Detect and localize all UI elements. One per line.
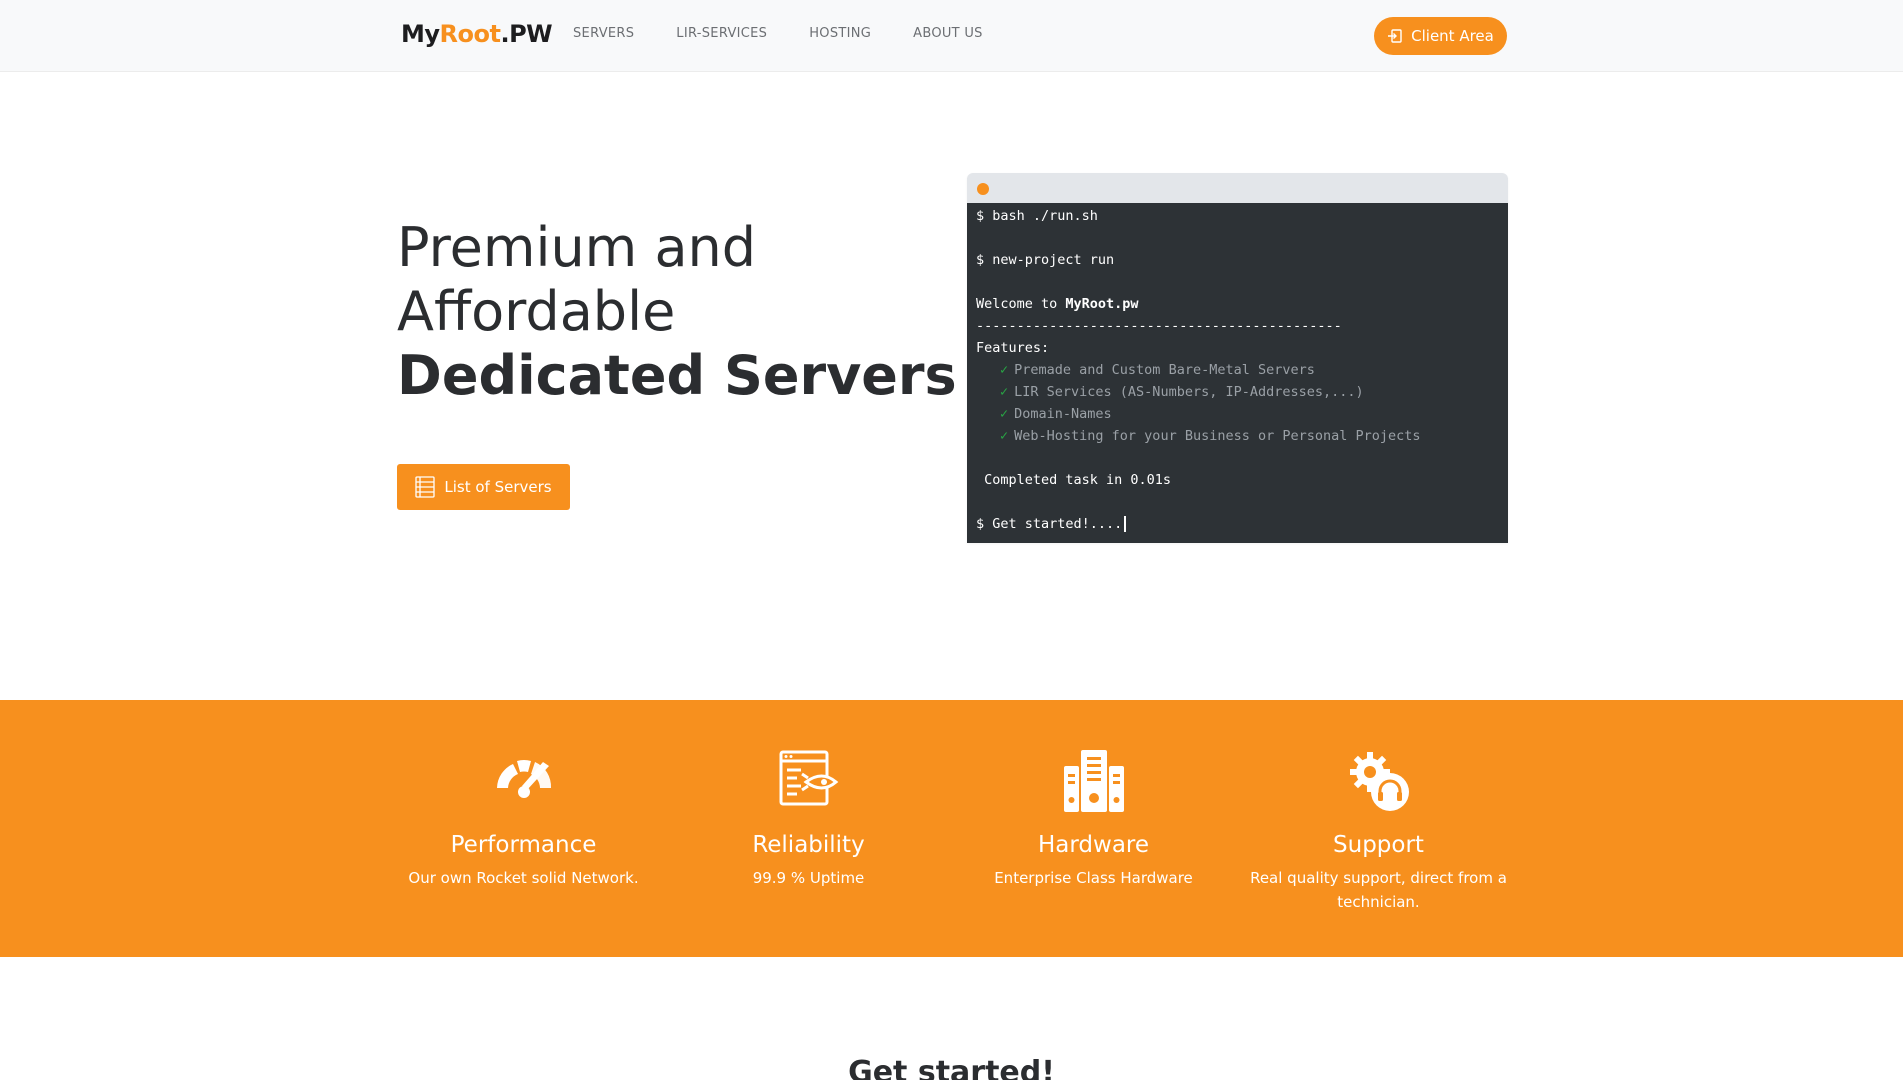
feature-support: Support Real quality support, direct fro… [1236, 700, 1521, 914]
nav-links: SERVERS LIR-SERVICES HOSTING ABOUT US [573, 26, 1025, 41]
hero-title-line-2: Affordable [397, 280, 676, 343]
nav-link-servers[interactable]: SERVERS [573, 26, 634, 41]
check-icon: ✓ [1000, 362, 1009, 378]
hero-title-line-3: Dedicated Servers [397, 344, 957, 407]
terminal-window: $ bash ./run.sh $ new-project run Welcom… [967, 173, 1508, 543]
check-icon: ✓ [1000, 384, 1009, 400]
feature-title: Performance [450, 832, 597, 858]
terminal-completed: Completed task in 0.01s [976, 472, 1172, 488]
terminal-cursor [1124, 516, 1127, 532]
hero-title-line-1: Premium and [397, 216, 757, 279]
nav-link-hosting[interactable]: HOSTING [809, 26, 871, 41]
terminal-feature: ✓ LIR Services (AS-Numbers, IP-Addresses,… [1000, 384, 1364, 400]
navbar: MyRoot.PW SERVERS LIR-SERVICES HOSTING A… [0, 0, 1903, 72]
feature-title: Hardware [1037, 832, 1150, 858]
client-area-label: Client Area [1411, 27, 1494, 45]
feature-description: 99.9 % Uptime [752, 869, 865, 887]
get-started-heading: Get started! [848, 1055, 1055, 1080]
feature-description: Our own Rocket solid Network. [408, 869, 639, 887]
features-band: Performance Our own Rocket solid Network… [0, 700, 1903, 957]
nav-link-about-us[interactable]: ABOUT US [913, 26, 983, 41]
terminal-prompt: $ Get started!.... [976, 513, 1508, 535]
feature-performance: Performance Our own Rocket solid Network… [381, 700, 666, 890]
gear-headset-icon [1349, 752, 1409, 811]
list-of-servers-label: List of Servers [444, 478, 552, 496]
speedometer-icon [496, 760, 551, 798]
terminal-feature: ✓ Domain-Names [1000, 406, 1112, 422]
terminal-line: Features: [976, 340, 1050, 356]
terminal-feature: ✓ Premade and Custom Bare-Metal Servers [1000, 362, 1315, 378]
feature-reliability: Reliability 99.9 % Uptime [666, 700, 951, 890]
terminal-title-bar [967, 173, 1508, 203]
server-list-icon [415, 476, 436, 498]
terminal-line: Welcome to MyRoot.pw [976, 296, 1139, 312]
terminal-line: $ new-project run [976, 252, 1115, 268]
list-of-servers-button[interactable]: List of Servers [397, 464, 570, 510]
terminal-welcome-name: MyRoot.pw [1065, 296, 1139, 312]
rocket-window-icon [779, 750, 838, 806]
hero-title: Premium and Affordable Dedicated Servers [397, 216, 957, 408]
feature-hardware: Hardware Enterprise Class Hardware [951, 700, 1236, 890]
login-icon [1388, 29, 1402, 43]
check-icon: ✓ [1000, 428, 1009, 444]
check-icon: ✓ [1000, 406, 1009, 422]
server-rack-icon [1063, 750, 1124, 812]
terminal-body: $ bash ./run.sh $ new-project run Welcom… [967, 203, 1508, 543]
brand-logo[interactable]: MyRoot.PW [401, 20, 553, 48]
feature-description: Real quality support, direct from a tech… [1250, 869, 1507, 911]
feature-description: Enterprise Class Hardware [994, 869, 1193, 887]
feature-title: Support [1333, 832, 1424, 858]
feature-title: Reliability [752, 832, 865, 858]
terminal-divider: ----------------------------------------… [976, 318, 1342, 334]
nav-link-lir-services[interactable]: LIR-SERVICES [676, 26, 767, 41]
terminal-feature: ✓ Web-Hosting for your Business or Person… [1000, 428, 1421, 444]
client-area-button[interactable]: Client Area [1374, 17, 1507, 55]
terminal-line: $ bash ./run.sh [976, 208, 1098, 224]
terminal-dot-icon [977, 183, 989, 195]
